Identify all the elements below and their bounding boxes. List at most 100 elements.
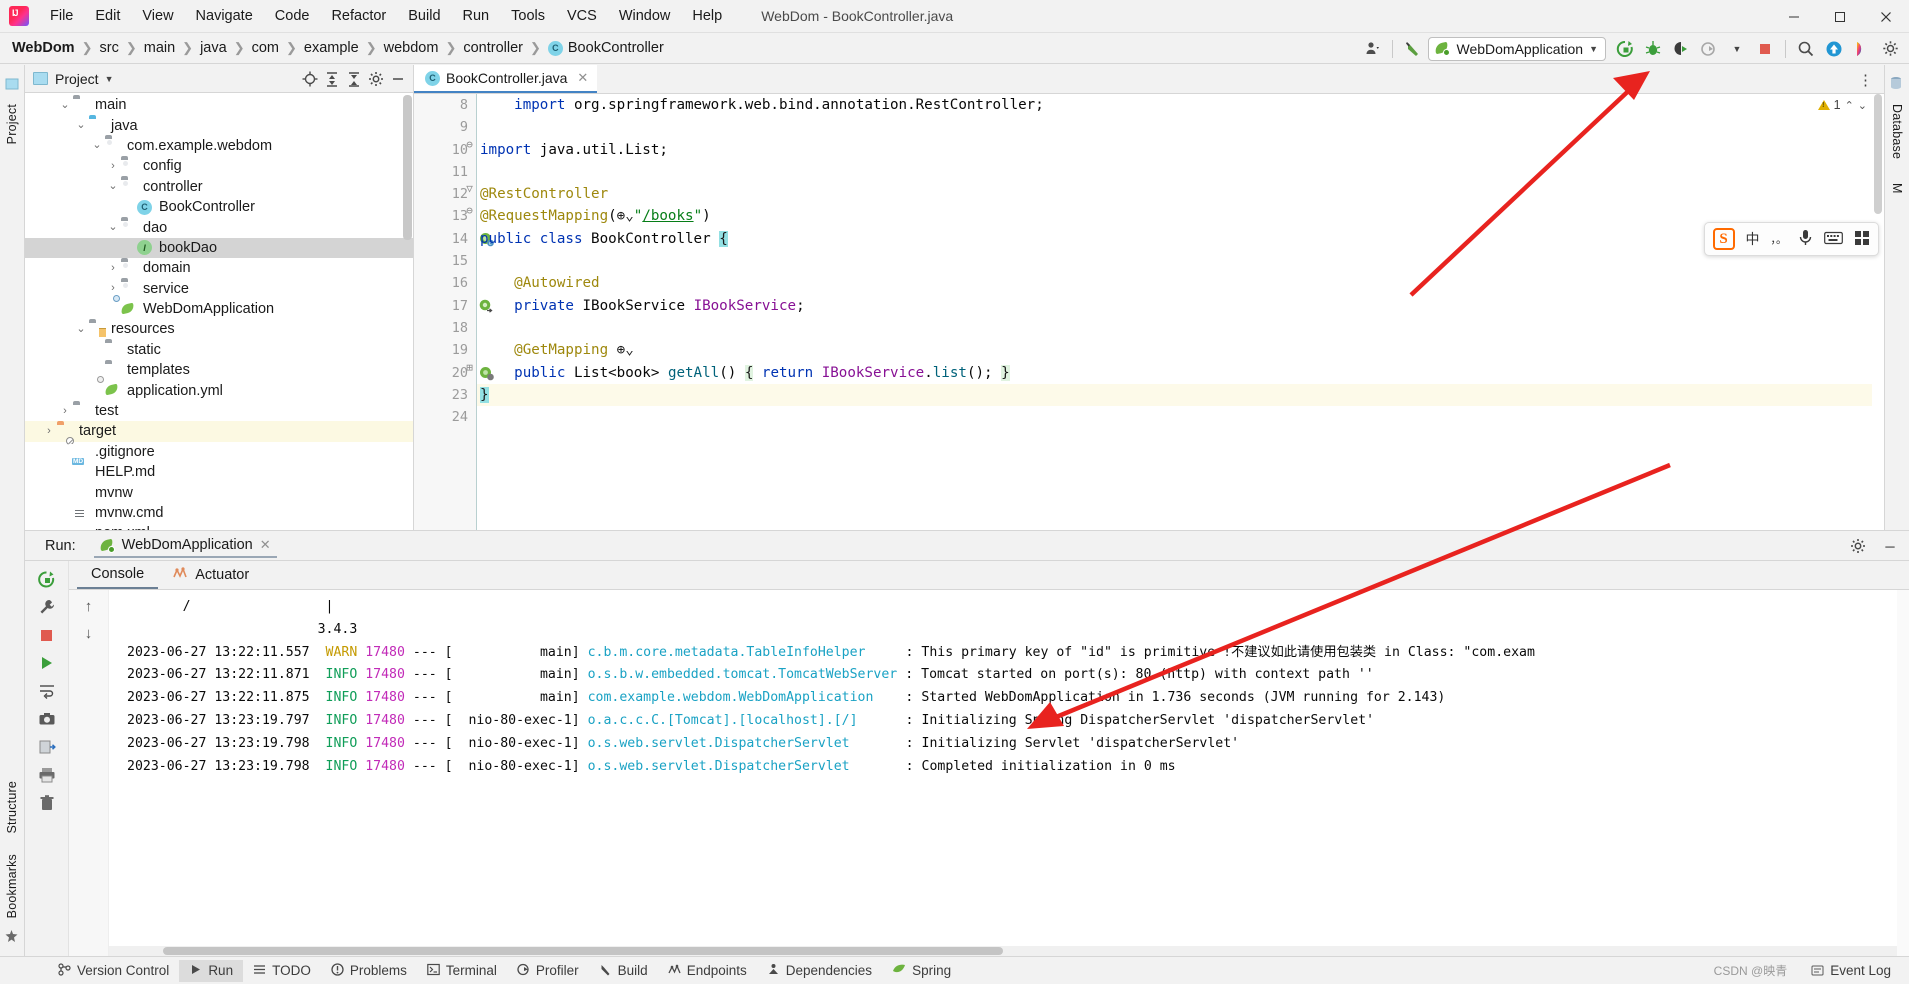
console-output[interactable]: / | 3.4.3 2023-06-27 13:22:11.557 WARN 17… — [109, 590, 1909, 956]
tab-console[interactable]: Console — [77, 561, 159, 589]
code-line-8[interactable]: import org.springframework.web.bind.anno… — [476, 94, 1884, 116]
menu-item-help[interactable]: Help — [681, 4, 733, 28]
close-icon[interactable]: ✕ — [260, 537, 271, 553]
breadcrumb-item-current[interactable]: C BookController — [544, 38, 668, 58]
status-item-profiler[interactable]: Profiler — [507, 960, 589, 982]
tree-twisty-icon[interactable]: › — [57, 405, 73, 417]
code-content[interactable]: import org.springframework.web.bind.anno… — [476, 94, 1884, 530]
project-tree-scrollbar[interactable] — [403, 95, 412, 240]
microphone-icon[interactable] — [1798, 229, 1813, 249]
chevron-down-icon[interactable]: ▼ — [1724, 36, 1750, 62]
chevron-down-icon[interactable]: ⌄ — [1858, 99, 1867, 112]
menu-item-build[interactable]: Build — [397, 4, 451, 28]
editor-gutter[interactable]: 8 9 10 ⊖ 11 12 ▽ 13 ⊖ 14 c 15 16 17 18 19 20 ⊞ 23 24 — [414, 94, 494, 530]
soft-wrap-icon[interactable] — [34, 678, 60, 704]
up-arrow-icon[interactable]: ↑ — [77, 594, 101, 618]
menu-item-file[interactable]: File — [39, 4, 84, 28]
down-arrow-icon[interactable]: ↓ — [77, 621, 101, 645]
tree-twisty-icon[interactable]: › — [41, 425, 57, 437]
tree-node-target[interactable]: › target — [25, 421, 413, 442]
fold-icon[interactable]: ⊖ — [464, 139, 475, 150]
keyboard-icon[interactable] — [1824, 231, 1843, 248]
console-horizontal-scrollbar[interactable] — [109, 946, 1897, 956]
breadcrumb-item-example[interactable]: example — [300, 38, 363, 58]
tree-node-application-yml[interactable]: application.yml — [25, 376, 413, 400]
status-item-dependencies[interactable]: Dependencies — [757, 960, 882, 982]
breadcrumb-item-webdom[interactable]: WebDom — [8, 38, 79, 58]
gutter-line-24[interactable]: 24 — [414, 406, 476, 428]
breadcrumb-item-webdom[interactable]: webdom — [380, 38, 443, 58]
code-line-19[interactable]: @GetMapping ⊕⌄ — [476, 339, 1884, 361]
breadcrumb-item-main[interactable]: main — [140, 38, 179, 58]
maximize-button[interactable] — [1817, 0, 1863, 33]
tree-node-controller[interactable]: ⌄ controller — [25, 177, 413, 197]
run-configuration-selector[interactable]: WebDomApplication ▼ — [1428, 36, 1606, 61]
status-item-todo[interactable]: TODO — [243, 960, 321, 982]
ide-icon[interactable] — [1849, 36, 1875, 62]
tree-node-com-example-webdom[interactable]: ⌄ com.example.webdom — [25, 136, 413, 156]
gutter-line-15[interactable]: 15 — [414, 250, 476, 272]
stop-button[interactable] — [1752, 36, 1778, 62]
minimize-button[interactable] — [1771, 0, 1817, 33]
stop-icon[interactable] — [34, 622, 60, 648]
gutter-line-12[interactable]: 12 ▽ — [414, 183, 476, 205]
run-button[interactable] — [1612, 36, 1638, 62]
hide-panel-icon[interactable] — [387, 68, 409, 90]
menu-item-run[interactable]: Run — [452, 4, 501, 28]
code-line-15[interactable] — [476, 250, 1884, 272]
gutter-line-23[interactable]: 23 — [414, 384, 476, 406]
tree-node-main[interactable]: ⌄ main — [25, 95, 413, 115]
breadcrumb-item-src[interactable]: src — [95, 38, 122, 58]
gutter-line-19[interactable]: 19 — [414, 339, 476, 361]
code-line-18[interactable] — [476, 317, 1884, 339]
tree-twisty-icon[interactable]: › — [105, 283, 121, 294]
sidebar-item-bookmarks[interactable]: Bookmarks — [5, 848, 19, 924]
tree-node-webdomapplication[interactable]: WebDomApplication — [25, 294, 413, 319]
code-line-16[interactable]: @Autowired — [476, 272, 1884, 294]
tree-twisty-icon[interactable]: › — [105, 160, 121, 172]
code-line-20[interactable]: public List<book> getAll() { return IBoo… — [476, 362, 1884, 384]
gutter-line-16[interactable]: 16 — [414, 272, 476, 294]
menu-item-refactor[interactable]: Refactor — [320, 4, 397, 28]
editor-scrollbar[interactable] — [1872, 94, 1884, 530]
status-item-build[interactable]: Build — [589, 960, 658, 982]
fold-icon[interactable]: ⊞ — [464, 362, 475, 373]
gutter-line-17[interactable]: 17 — [414, 295, 493, 317]
gutter-line-10[interactable]: 10 ⊖ — [414, 139, 476, 161]
tree-node-static[interactable]: static — [25, 340, 413, 360]
sidebar-item-maven[interactable]: M — [1890, 177, 1904, 200]
collapse-all-icon[interactable] — [343, 68, 365, 90]
breadcrumb-item-java[interactable]: java — [196, 38, 231, 58]
trash-icon[interactable] — [34, 790, 60, 816]
user-icon[interactable] — [1359, 36, 1385, 62]
gutter-line-14[interactable]: 14 c — [414, 228, 494, 250]
tree-node-service[interactable]: › service — [25, 279, 413, 299]
code-line-9[interactable] — [476, 116, 1884, 138]
status-item-version-control[interactable]: Version Control — [48, 960, 179, 982]
tree-node-help-md[interactable]: MD HELP.md — [25, 457, 413, 482]
chevron-down-icon[interactable]: ▼ — [105, 74, 114, 84]
status-item-spring[interactable]: Spring — [882, 960, 961, 982]
ime-toolbar[interactable]: S 中 ，。 — [1703, 222, 1879, 256]
export-icon[interactable] — [34, 734, 60, 760]
breadcrumb-item-controller[interactable]: controller — [459, 38, 527, 58]
code-line-11[interactable] — [476, 161, 1884, 183]
tree-node-mvnw[interactable]: mvnw — [25, 482, 413, 502]
gutter-line-8[interactable]: 8 — [414, 94, 476, 116]
tree-node-java[interactable]: ⌄ java — [25, 115, 413, 135]
editor-body[interactable]: 8 9 10 ⊖ 11 12 ▽ 13 ⊖ 14 c 15 16 17 18 19 20 ⊞ 23 24 import… — [414, 94, 1884, 530]
code-line-17[interactable]: private IBookService IBookService; — [476, 295, 1884, 317]
code-line-14[interactable]: public class BookController { — [476, 228, 1884, 250]
more-options-icon[interactable]: ⋮ — [1852, 71, 1880, 89]
event-log-button[interactable]: Event Log — [1801, 960, 1901, 981]
tree-node-config[interactable]: › config — [25, 156, 413, 176]
console-hscroll-thumb[interactable] — [163, 947, 1003, 955]
tree-node-pom-xml[interactable]: m pom.xml — [25, 523, 413, 530]
settings-icon[interactable] — [1877, 36, 1903, 62]
status-item-problems[interactable]: Problems — [321, 960, 417, 982]
apps-icon[interactable] — [1854, 230, 1870, 249]
tree-twisty-icon[interactable]: ⌄ — [89, 140, 105, 151]
run-tab-webdomapplication[interactable]: WebDomApplication ✕ — [93, 533, 277, 558]
sidebar-item-database[interactable]: Database — [1890, 98, 1904, 165]
gear-icon[interactable] — [365, 68, 387, 90]
